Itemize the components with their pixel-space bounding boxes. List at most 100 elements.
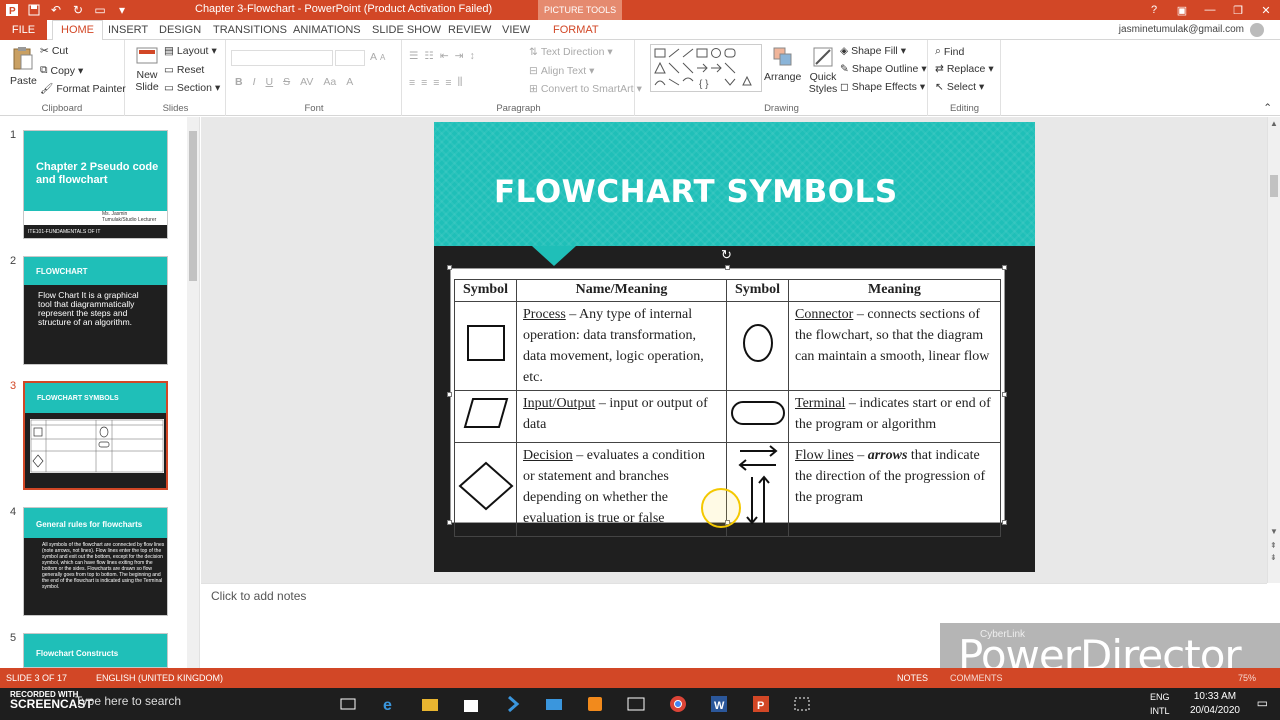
paste-button[interactable]: Paste	[10, 46, 37, 87]
bold-button[interactable]: B	[235, 76, 243, 88]
select-button[interactable]: ↖ Select ▾	[935, 81, 984, 93]
strikethrough-button[interactable]: S	[283, 76, 290, 88]
tab-design[interactable]: DESIGN	[159, 24, 201, 36]
chrome-icon[interactable]	[668, 694, 688, 714]
store-icon[interactable]	[461, 694, 481, 714]
resize-handle[interactable]	[447, 392, 452, 397]
scroll-down-icon[interactable]: ▼	[1270, 527, 1278, 536]
tab-home[interactable]: HOME	[52, 20, 103, 41]
redo-icon[interactable]: ↻	[70, 2, 86, 18]
resize-handle[interactable]	[1002, 265, 1007, 270]
font-name-box[interactable]	[231, 50, 333, 66]
file-explorer-icon[interactable]	[420, 694, 440, 714]
copy-button[interactable]: ⧉ Copy ▾	[40, 64, 83, 77]
justify-icon[interactable]: ≡	[445, 77, 451, 89]
language-indicator[interactable]: ENGLISH (UNITED KINGDOM)	[96, 673, 223, 683]
mail-icon[interactable]	[544, 694, 564, 714]
font-size-box[interactable]	[335, 50, 365, 66]
input-language[interactable]: ENG INTL	[1150, 690, 1170, 718]
previous-slide-icon[interactable]: ⇞	[1270, 541, 1277, 550]
reset-button[interactable]: ▭ Reset	[164, 64, 204, 76]
app-icon[interactable]	[503, 694, 523, 714]
resize-handle[interactable]	[1002, 520, 1007, 525]
find-button[interactable]: ⌕ Find	[935, 45, 964, 58]
format-painter-button[interactable]: 🖌 Format Painter	[40, 82, 126, 96]
terminal-icon[interactable]	[626, 694, 646, 714]
cut-button[interactable]: ✂ Cut	[40, 45, 68, 57]
edge-icon[interactable]: e	[380, 694, 400, 714]
notes-button[interactable]: NOTES	[897, 673, 928, 683]
customize-qat-icon[interactable]: ▾	[114, 2, 130, 18]
decrease-indent-icon[interactable]: ⇤	[440, 50, 449, 62]
section-button[interactable]: ▭ Section ▾	[164, 82, 220, 94]
layout-button[interactable]: ▤ Layout ▾	[164, 45, 217, 57]
next-slide-icon[interactable]: ⇟	[1270, 553, 1277, 562]
numbering-icon[interactable]: ☷	[424, 50, 433, 62]
increase-indent-icon[interactable]: ⇥	[455, 50, 464, 62]
shapes-gallery[interactable]: { }	[650, 44, 762, 92]
italic-button[interactable]: I	[253, 76, 256, 88]
scroll-up-icon[interactable]: ▲	[1270, 119, 1278, 128]
start-from-beginning-icon[interactable]: ▭	[92, 2, 108, 18]
quick-styles-button[interactable]: Quick Styles	[806, 46, 840, 95]
editor-scrollbar[interactable]: ▲ ▼ ⇞ ⇟	[1267, 117, 1280, 583]
tab-transitions[interactable]: TRANSITIONS	[213, 24, 287, 36]
notes-placeholder[interactable]: Click to add notes	[211, 589, 306, 603]
tab-animations[interactable]: ANIMATIONS	[293, 24, 361, 36]
align-center-icon[interactable]: ≡	[421, 77, 427, 89]
scroll-thumb[interactable]	[1270, 175, 1278, 197]
columns-icon[interactable]: ⫼	[458, 76, 463, 89]
tab-insert[interactable]: INSERT	[108, 24, 148, 36]
thumbnails-scrollbar[interactable]	[187, 117, 199, 668]
shape-fill-button[interactable]: ◈ Shape Fill ▾	[840, 45, 906, 57]
replace-button[interactable]: ⇄ Replace ▾	[935, 63, 994, 75]
char-spacing-button[interactable]: AV	[300, 76, 313, 88]
resize-handle[interactable]	[447, 265, 452, 270]
line-spacing-icon[interactable]: ↕	[469, 50, 474, 62]
shape-effects-button[interactable]: ◻ Shape Effects ▾	[840, 81, 925, 93]
align-left-icon[interactable]: ≡	[409, 77, 415, 89]
tab-view[interactable]: VIEW	[502, 24, 530, 36]
taskbar-clock[interactable]: 10:33 AM 20/04/2020	[1190, 690, 1240, 718]
help-icon[interactable]: ?	[1140, 0, 1168, 20]
zoom-level[interactable]: 75%	[1238, 673, 1256, 683]
restore-button[interactable]: ❐	[1224, 0, 1252, 20]
align-text-button[interactable]: ⊟ Align Text ▾	[529, 65, 594, 77]
collapse-ribbon-icon[interactable]: ⌃	[1263, 102, 1272, 114]
change-case-button[interactable]: Aa	[323, 76, 336, 88]
taskbar-search[interactable]: Type here to search	[75, 694, 181, 708]
resize-handle[interactable]	[447, 520, 452, 525]
resize-handle[interactable]	[725, 265, 730, 270]
close-button[interactable]: ✕	[1252, 0, 1280, 20]
sublime-icon[interactable]	[585, 694, 605, 714]
slide-thumbnail-4[interactable]: General rules for flowcharts All symbols…	[23, 507, 168, 616]
snipping-icon[interactable]	[792, 694, 812, 714]
undo-icon[interactable]: ↶	[48, 2, 64, 18]
new-slide-button[interactable]: New Slide	[130, 46, 164, 93]
slide-title[interactable]: FLOWCHART SYMBOLS	[494, 174, 898, 210]
text-direction-button[interactable]: ⇅ Text Direction ▾	[529, 46, 613, 58]
align-right-icon[interactable]: ≡	[433, 77, 439, 89]
tab-slide-show[interactable]: SLIDE SHOW	[372, 24, 441, 36]
minimize-button[interactable]: —	[1196, 0, 1224, 20]
notifications-icon[interactable]: ▭	[1257, 696, 1268, 710]
font-color-button[interactable]: A	[346, 76, 353, 88]
arrange-button[interactable]: Arrange	[764, 46, 801, 83]
task-view-icon[interactable]	[338, 694, 358, 714]
tab-file[interactable]: FILE	[0, 20, 47, 40]
bullets-icon[interactable]: ☰	[409, 50, 418, 62]
ribbon-display-icon[interactable]: ▣	[1168, 0, 1196, 20]
save-icon[interactable]	[26, 2, 42, 18]
tab-review[interactable]: REVIEW	[448, 24, 491, 36]
word-icon[interactable]: W	[709, 694, 729, 714]
font-grow-button[interactable]: AA	[370, 51, 385, 63]
convert-smartart-button[interactable]: ⊞ Convert to SmartArt ▾	[529, 83, 642, 95]
powerpoint-icon[interactable]: P	[751, 694, 771, 714]
slide-thumbnail-3[interactable]: FLOWCHART SYMBOLS	[23, 381, 168, 490]
flowchart-symbols-picture[interactable]: Symbol Name/Meaning Symbol Meaning Proce…	[450, 268, 1005, 537]
tab-format[interactable]: FORMAT	[553, 24, 599, 36]
resize-handle[interactable]	[1002, 392, 1007, 397]
shape-outline-button[interactable]: ✎ Shape Outline ▾	[840, 63, 927, 75]
scroll-thumb[interactable]	[189, 131, 197, 281]
user-account[interactable]: jasminetumulak@gmail.com	[1119, 24, 1244, 35]
